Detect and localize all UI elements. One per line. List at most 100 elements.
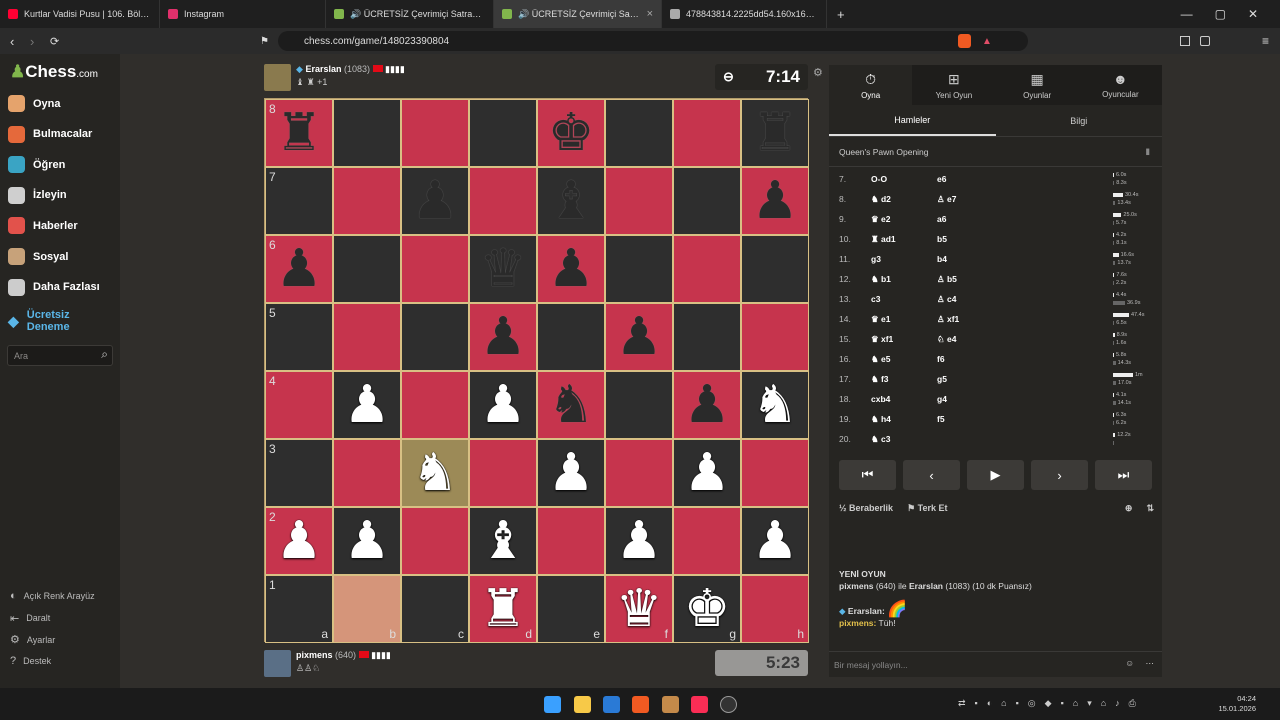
- tab-oyuncular[interactable]: ☻ Oyuncular: [1079, 65, 1162, 105]
- white-move[interactable]: ♞ f3: [871, 374, 937, 385]
- black-piece[interactable]: ♜: [752, 107, 799, 159]
- subtab-hamleler[interactable]: Hamleler: [829, 105, 996, 136]
- black-piece[interactable]: ♟: [548, 243, 595, 295]
- draw-button[interactable]: ½ Beraberlik: [839, 503, 893, 514]
- black-move[interactable]: e6: [937, 174, 1117, 184]
- black-piece[interactable]: ♜: [276, 107, 323, 159]
- brave-shield-icon[interactable]: [958, 34, 971, 48]
- white-piece[interactable]: ♟: [480, 379, 527, 431]
- square-d8[interactable]: [469, 99, 537, 167]
- square-f3[interactable]: [605, 439, 673, 507]
- black-move[interactable]: ♙ b5: [937, 274, 1117, 285]
- square-a3[interactable]: 3: [265, 439, 333, 507]
- search-input[interactable]: Ara ⌕: [7, 345, 113, 366]
- square-h1[interactable]: h: [741, 575, 809, 643]
- white-piece[interactable]: ♟: [752, 515, 799, 567]
- sidebar-item-oyna[interactable]: Oyna: [8, 95, 61, 112]
- back-icon[interactable]: ‹: [10, 34, 14, 49]
- black-move[interactable]: b4: [937, 254, 1117, 264]
- square-g7[interactable]: [673, 167, 741, 235]
- square-e3[interactable]: ♟: [537, 439, 605, 507]
- tab-oyna[interactable]: ⏱ Oyna: [829, 65, 913, 105]
- store-icon[interactable]: [603, 696, 620, 713]
- sidebar-bottom-item[interactable]: ⚙ Ayarlar: [10, 633, 55, 646]
- white-move[interactable]: ♞ c3: [871, 434, 937, 445]
- play-button[interactable]: ▶: [967, 460, 1024, 490]
- square-d4[interactable]: ♟: [469, 371, 537, 439]
- black-piece[interactable]: ♟: [752, 175, 799, 227]
- white-piece[interactable]: ♛: [616, 583, 663, 635]
- sidebar-item--ren[interactable]: Öğren: [8, 156, 65, 174]
- first-move-button[interactable]: ⏮: [839, 460, 896, 490]
- brave-icon[interactable]: [632, 696, 649, 713]
- black-piece[interactable]: ♞: [548, 379, 595, 431]
- square-c6[interactable]: [401, 235, 469, 303]
- black-piece[interactable]: ♟: [276, 243, 323, 295]
- chess-board[interactable]: ♜ 8 ♚ ♜ 7 ♟ ♝ ♟ ♟ 6 ♛ ♟ 5 ♟ ♟ 4 ♟ ♟ ♞ ♟ ♞ 3 ♞ ♟ ♟ ♟ 2 ♟ ♝ ♟ ♟ 1 a b c ♜ d e ♛ f…: [264, 98, 809, 643]
- black-piece[interactable]: ♝: [548, 175, 595, 227]
- white-move[interactable]: ♞ d2: [871, 194, 937, 205]
- menu-icon[interactable]: ≡: [1262, 34, 1269, 48]
- black-move[interactable]: f6: [937, 354, 1117, 364]
- square-h4[interactable]: ♞: [741, 371, 809, 439]
- white-piece[interactable]: ♟: [276, 515, 323, 567]
- sidebar-toggle-icon[interactable]: [1180, 36, 1190, 46]
- square-a4[interactable]: 4: [265, 371, 333, 439]
- square-a5[interactable]: 5: [265, 303, 333, 371]
- white-piece[interactable]: ♟: [344, 515, 391, 567]
- square-b6[interactable]: [333, 235, 401, 303]
- square-g8[interactable]: [673, 99, 741, 167]
- square-d2[interactable]: ♝: [469, 507, 537, 575]
- square-a7[interactable]: 7: [265, 167, 333, 235]
- square-f6[interactable]: [605, 235, 673, 303]
- browser-tab[interactable]: 🔊 ÜCRETSİZ Çevrimiçi Satranç Oyna...: [326, 0, 494, 28]
- black-move[interactable]: b5: [937, 234, 1117, 244]
- square-h6[interactable]: [741, 235, 809, 303]
- square-g5[interactable]: [673, 303, 741, 371]
- tab-yeni-oyun[interactable]: ⊞ Yeni Oyun: [912, 65, 995, 105]
- square-c1[interactable]: c: [401, 575, 469, 643]
- square-b5[interactable]: [333, 303, 401, 371]
- square-h8[interactable]: ♜: [741, 99, 809, 167]
- white-move[interactable]: ♞ e5: [871, 354, 937, 365]
- square-c2[interactable]: [401, 507, 469, 575]
- chess-logo[interactable]: ♟Chess.com: [10, 62, 98, 82]
- sidebar-item-bulmacalar[interactable]: Bulmacalar: [8, 125, 92, 143]
- square-g6[interactable]: [673, 235, 741, 303]
- avatar[interactable]: [264, 650, 291, 677]
- browser-tab[interactable]: Instagram: [160, 0, 326, 28]
- last-move-button[interactable]: ⏭: [1095, 460, 1152, 490]
- system-tray[interactable]: ⇄▪◐⌂▪◎◆▪⌂▾⌂♪⎙: [958, 698, 1145, 709]
- black-piece[interactable]: ♚: [548, 107, 595, 159]
- search-icon[interactable]: ⌕: [101, 347, 108, 362]
- avatar[interactable]: [264, 64, 291, 91]
- square-e6[interactable]: ♟: [537, 235, 605, 303]
- square-d6[interactable]: ♛: [469, 235, 537, 303]
- black-piece[interactable]: ♛: [480, 243, 527, 295]
- square-b2[interactable]: ♟: [333, 507, 401, 575]
- square-a1[interactable]: 1a: [265, 575, 333, 643]
- square-d3[interactable]: [469, 439, 537, 507]
- white-move[interactable]: ♞ b1: [871, 274, 937, 285]
- white-piece[interactable]: ♚: [684, 583, 731, 635]
- white-move[interactable]: g3: [871, 254, 937, 264]
- square-c4[interactable]: [401, 371, 469, 439]
- white-piece[interactable]: ♟: [344, 379, 391, 431]
- move-list[interactable]: 7. O-O e6 6.0s 8.3s 8. ♞ d2 ♙ e7 30.4s 13.4s 9. ♛ e…: [829, 169, 1162, 451]
- white-piece[interactable]: ♟: [684, 447, 731, 499]
- trash-icon[interactable]: ▮: [1145, 146, 1150, 157]
- square-b1[interactable]: b: [333, 575, 401, 643]
- free-trial-link[interactable]: ◆ Ücretsiz Deneme: [8, 309, 77, 333]
- steam-icon[interactable]: [720, 696, 737, 713]
- more-icon[interactable]: ⋯: [1146, 658, 1155, 669]
- browser-tab[interactable]: Kurtlar Vadisi Pusu | 106. Bölüm | Yük..…: [0, 0, 160, 28]
- square-b7[interactable]: [333, 167, 401, 235]
- sidebar-bottom-item[interactable]: ? Destek: [10, 655, 51, 667]
- settings-gear-icon[interactable]: ⚙: [813, 66, 823, 79]
- white-move[interactable]: ♛ e1: [871, 314, 937, 325]
- square-c3[interactable]: ♞: [401, 439, 469, 507]
- black-move[interactable]: g4: [937, 394, 1117, 404]
- sidebar-bottom-item[interactable]: ◐ Açık Renk Arayüz: [10, 590, 95, 602]
- square-b3[interactable]: [333, 439, 401, 507]
- square-f4[interactable]: [605, 371, 673, 439]
